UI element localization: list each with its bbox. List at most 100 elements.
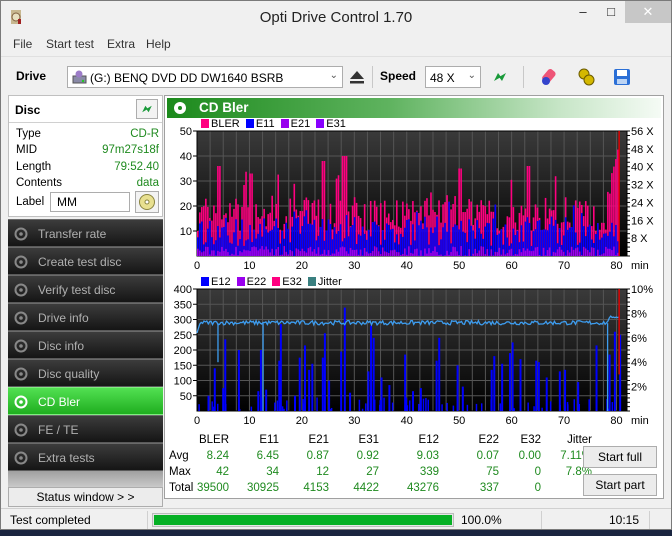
e12-bar [298,357,301,411]
e12-bar [211,401,213,411]
disc-gear-icon [14,283,28,297]
e21-bar [514,253,517,256]
e21-bar [558,246,561,256]
e21-bar [582,246,585,256]
e21-bar [303,251,306,256]
e11-bar [303,216,306,256]
e21-bar [456,251,458,256]
start-part-button[interactable]: Start part [583,474,657,496]
toolbar-divider [523,66,524,88]
e21-bar [227,252,229,256]
e11-bar [321,219,324,256]
e21-bar [343,247,346,256]
sidebar-item-fe-te[interactable]: FE / TE [8,415,163,443]
maximize-button[interactable]: □ [597,1,625,23]
refresh-speed-button[interactable] [488,65,512,89]
e21-bar [349,247,352,256]
start-full-button[interactable]: Start full [583,446,657,468]
save-button[interactable] [610,65,634,89]
e21-bar [526,248,529,256]
sidebar-item-cd-bler[interactable]: CD Bler [8,387,163,415]
y2-tick-label: 40 X [631,162,654,174]
e12-bar [573,399,576,411]
disc-label-button[interactable] [135,191,159,213]
disc-test-icon [174,102,186,114]
chevron-down-icon: ⌄ [329,70,338,81]
menu-help[interactable]: Help [146,37,171,51]
menu-file[interactable]: File [13,37,32,51]
sidebar-item-verify-test-disc[interactable]: Verify test disc [8,275,163,303]
e11-bar [500,229,503,256]
e21-bar [297,249,300,256]
y2-tick-label: 56 X [631,126,654,138]
e12-bar [406,405,409,411]
disc-contents-key: Contents [16,177,63,189]
stats-cell: 39500 [197,482,229,494]
e12-bar [493,356,496,411]
e12-bar [549,401,552,411]
speed-select[interactable]: 48 X ⌄ [425,66,481,88]
e21-bar [452,246,454,256]
stats-cell: 30925 [247,482,279,494]
e21-bar [607,248,609,256]
e11-bar [209,220,211,256]
sidebar-item-label: Disc info [38,339,85,353]
e12-bar [198,404,200,411]
e21-bar [448,254,450,256]
e11-bar [347,236,350,256]
e12-bar [541,407,543,411]
e21-bar [373,246,376,256]
e11-bar [387,224,390,256]
disc-label-input[interactable]: MM [50,192,130,212]
e12-bar [611,402,614,411]
sidebar-item-disc-info[interactable]: Disc info [8,331,163,359]
close-button[interactable]: ✕ [625,1,671,23]
x-tick-label: 20 [296,260,308,272]
e21-bar [287,254,290,256]
x-tick-label: 20 [296,415,308,427]
e21-bar [576,247,579,256]
e11-bar [237,245,239,256]
drive-select[interactable]: (G:) BENQ DVD DD DW1640 BSRB ⌄ [67,66,343,88]
bler-chart: 10 20 30 40 50 0 10 20 30 40 50 60 70 80 min 8 X 16 X 24 … [180,126,655,272]
y2-tick-label: 4% [631,357,647,369]
sidebar-item-create-test-disc[interactable]: Create test disc [8,247,163,275]
e11-bar [229,242,231,256]
e21-bar [532,250,535,256]
disc-header: Disc [15,103,41,117]
y-tick-label: 200 [174,345,192,357]
e21-bar [371,251,374,256]
settings-button[interactable] [574,65,598,89]
e21-bar [383,251,386,256]
e12-bar [340,351,343,411]
e21-bar [237,255,239,256]
status-window-button[interactable]: Status window > > [8,487,163,507]
e21-bar [611,250,613,256]
e21-bar [381,247,384,256]
menu-extra[interactable]: Extra [107,37,135,51]
e11-bar [426,227,428,256]
e11-bar [315,240,318,256]
e12-bar [435,360,438,411]
e12-bar [329,409,332,411]
sidebar-item-extra-tests[interactable]: Extra tests [8,443,163,471]
e11-bar [400,233,402,256]
minimize-button[interactable]: – [569,1,597,23]
eject-button[interactable] [345,65,369,89]
disc-refresh-button[interactable] [136,99,158,119]
e21-bar [508,249,511,256]
e21-bar [436,251,438,256]
menu-start-test[interactable]: Start test [46,37,94,51]
e12-jitter-chart: 50 100 150 200 250 300 350 400 0 10 20 30 40 50 60 70 80… [174,284,654,427]
e11-bar [357,234,360,256]
y-tick-label: 150 [174,360,192,372]
e21-bar [207,246,209,256]
e21-bar [590,247,593,256]
erase-button[interactable] [538,65,562,89]
disc-contents-value: data [136,177,159,189]
sidebar-item-disc-quality[interactable]: Disc quality [8,359,163,387]
sidebar-item-transfer-rate[interactable]: Transfer rate [8,219,163,247]
sidebar-item-drive-info[interactable]: Drive info [8,303,163,331]
e21-bar [597,249,599,256]
sidebar-item-label: Disc quality [38,367,100,381]
